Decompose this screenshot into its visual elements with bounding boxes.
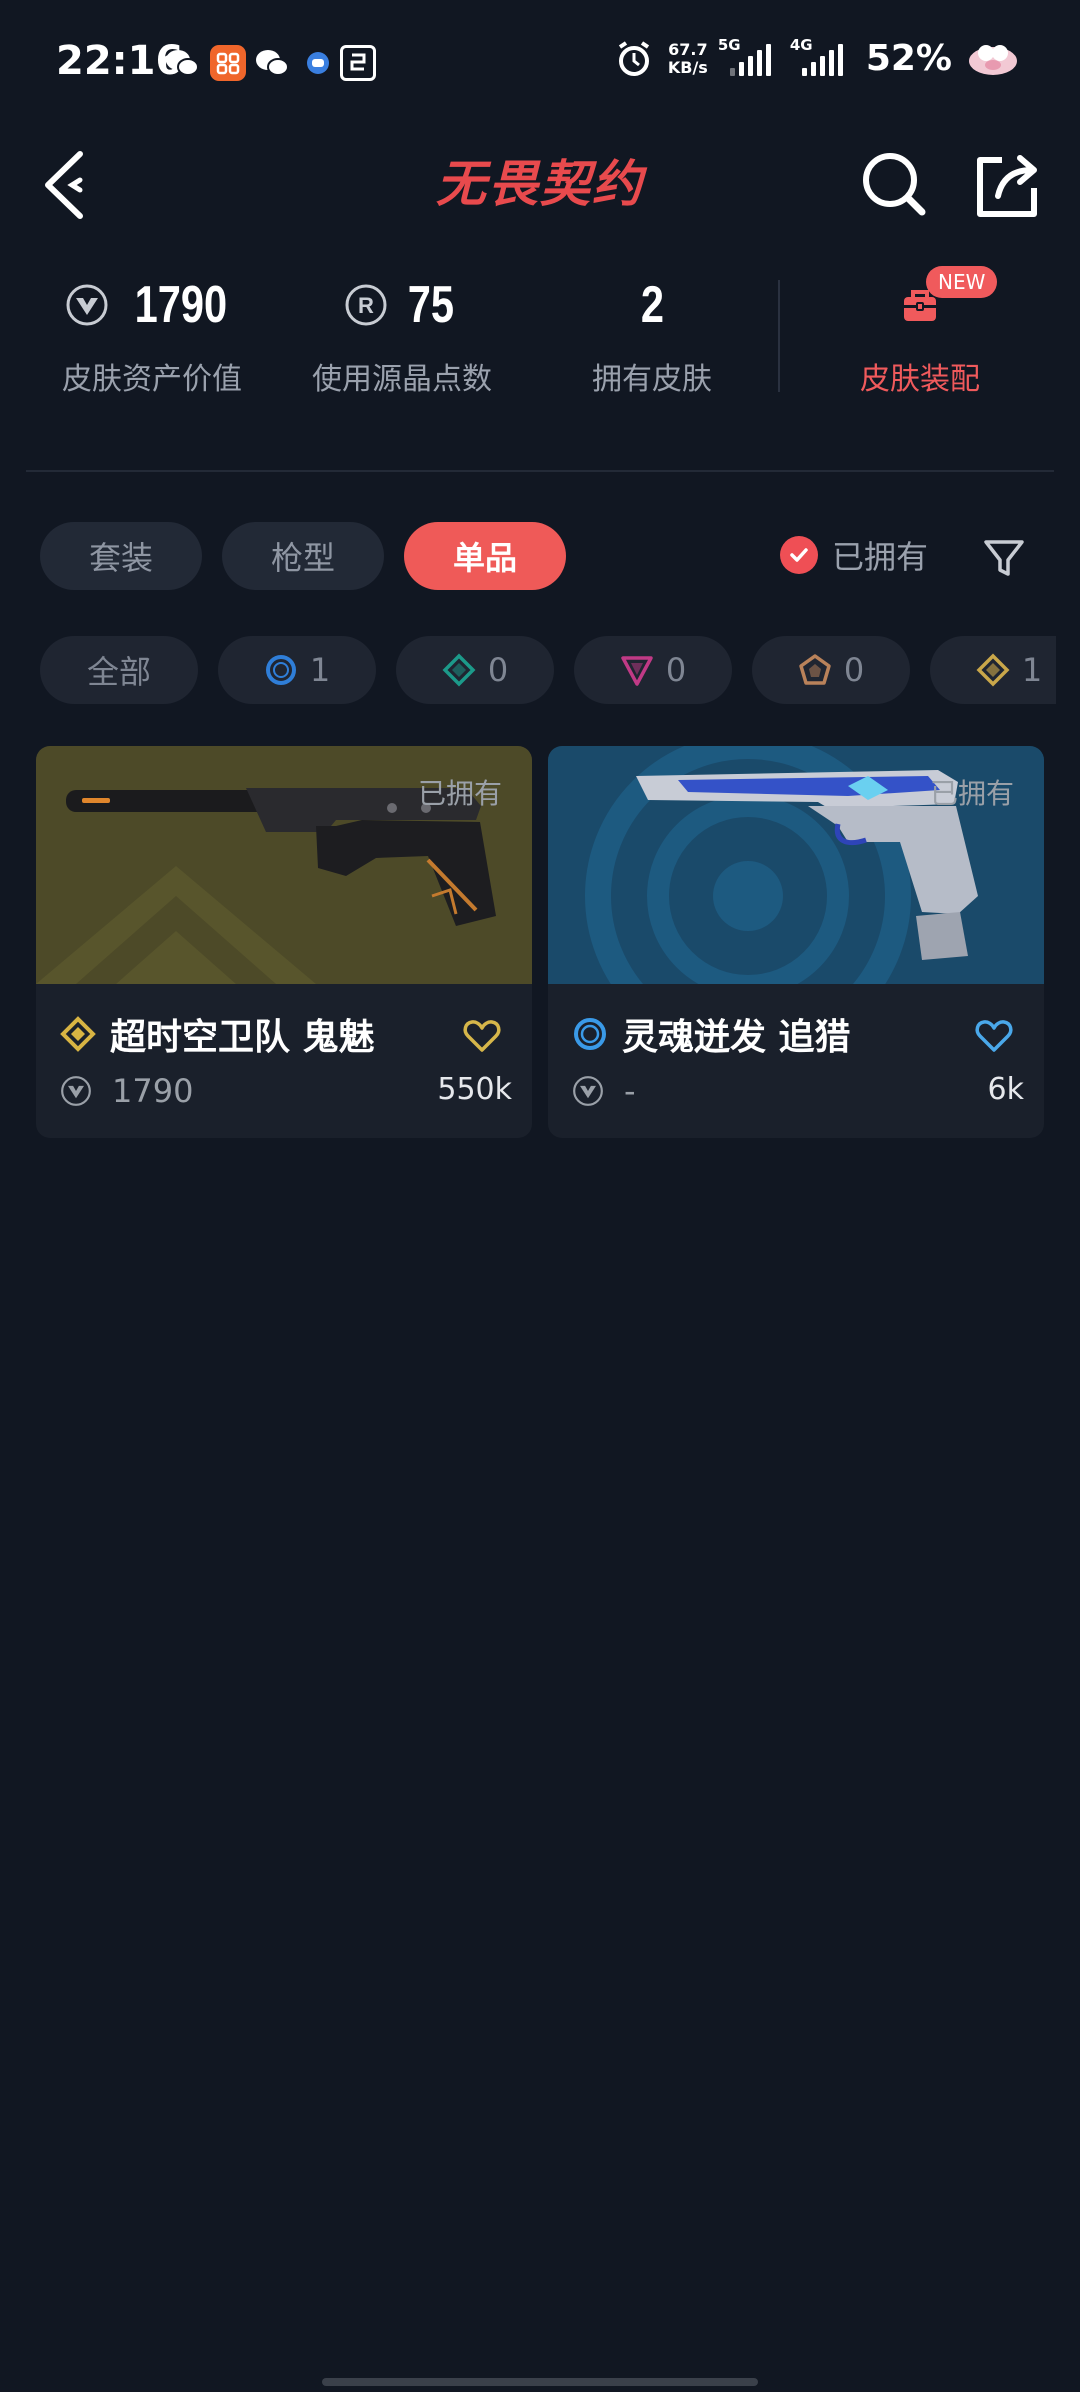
tier-chip-premium[interactable]: 0 [574,636,732,704]
note-icon [340,45,376,81]
asset-value: 1790 [134,276,228,334]
heart-icon [975,1020,1013,1052]
skin-price: 1790 [112,1072,194,1110]
skin-price: - [624,1072,636,1110]
share-button[interactable] [962,140,1052,230]
tier-chip-exclusive[interactable]: 0 [752,636,910,704]
wechat-icon [164,45,200,81]
valorant-points-icon [66,284,108,326]
wechat-icon [254,45,290,81]
asset-value-label: 皮肤资产价值 [62,362,242,397]
skin-card[interactable]: 已拥有 超时空卫队 鬼魅 1790 550k [36,746,532,1138]
tier-chip-count: 1 [309,651,331,689]
network-speed-value: 67.7 [668,39,708,59]
ultra-tier-diamond-icon [976,653,1010,687]
search-icon [863,153,926,216]
skin-name: 灵魂迸发 追猎 [622,1017,851,1058]
status-bar: 22:16 67.7 KB/s 5G 4G 52% [0,0,1080,130]
radianite-stat: R 75 使用源晶点数 [302,270,502,398]
favorite-button[interactable] [974,1016,1014,1056]
signal-type-label: 4G [789,35,813,54]
tier-chip-all[interactable]: 全部 [40,636,198,704]
like-count: 550k [437,1072,512,1107]
signal-4g-icon: 4G [790,36,852,76]
skin-card[interactable]: 已拥有 灵魂迸发 追猎 - 6k [548,746,1044,1138]
search-button[interactable] [848,140,938,230]
skin-equip-label: 皮肤装配 [860,362,980,397]
tab-bundles[interactable]: 套装 [40,522,202,590]
tier-filter-chips: 全部 1 0 0 0 1 [0,636,1056,706]
premium-tier-triangle-icon [621,656,653,686]
select-tier-circle-icon [574,1018,606,1050]
section-divider [26,470,1054,472]
valorant-points-icon [573,1076,603,1106]
owned-skins-stat: 2 拥有皮肤 [552,270,752,398]
tier-chip-ultra[interactable]: 1 [930,636,1056,704]
tier-chip-label: 全部 [86,653,151,691]
stats-divider [778,280,780,392]
ultra-tier-diamond-icon [60,1016,96,1052]
tier-chip-count: 1 [1021,651,1043,689]
signal-type-label: 5G [717,35,741,54]
owned-count-label: 拥有皮肤 [592,362,712,397]
stats-panel: 1790 皮肤资产价值 R 75 使用源晶点数 2 拥有皮肤 皮肤装配 NEW [0,240,1080,470]
category-tabs: 套装 枪型 单品 已拥有 [0,522,1080,592]
network-speed: 67.7 KB/s [667,39,708,77]
status-indicators: 67.7 KB/s 5G 4G 52% [614,36,1020,79]
radianite-label: 使用源晶点数 [312,362,492,397]
checkmark-icon [780,536,818,574]
owned-tag: 已拥有 [929,777,1014,810]
home-indicator[interactable] [322,2378,758,2386]
skin-title-row: 灵魂迸发 追猎 [572,1008,851,1060]
tier-chip-count: 0 [487,651,509,689]
tab-single-items[interactable]: 单品 [404,522,566,590]
exclusive-tier-pentagon-icon [799,654,831,685]
owned-filter-toggle[interactable]: 已拥有 [780,532,928,578]
select-tier-circle-icon [265,655,296,685]
skin-equip-button[interactable]: 皮肤装配 NEW [820,266,1020,398]
deluxe-tier-diamond-icon [442,653,476,687]
tier-chip-count: 0 [843,651,865,689]
bot-icon [300,45,336,81]
skin-title-row: 超时空卫队 鬼魅 [60,1008,375,1060]
tab-weapon-types[interactable]: 枪型 [222,522,384,590]
radianite-icon: R [345,284,387,326]
favorite-button[interactable] [462,1016,502,1056]
like-count: 6k [987,1072,1024,1107]
taobao-icon [210,45,246,81]
skin-price-row: 1790 [60,1072,193,1110]
network-speed-unit: KB/s [667,57,708,77]
signal-5g-icon: 5G [718,36,780,76]
nav-bar: 无畏契约 [0,130,1080,240]
tier-chip-select[interactable]: 1 [218,636,376,704]
skin-name: 超时空卫队 鬼魅 [110,1017,375,1058]
heart-icon [463,1020,501,1052]
share-icon [977,155,1037,217]
alarm-icon [618,40,649,76]
funnel-icon [984,540,1024,576]
new-badge: NEW [926,266,998,298]
battery-percent: 52% [865,38,952,79]
owned-tag: 已拥有 [417,777,502,810]
tier-chip-count: 0 [665,651,687,689]
filter-button[interactable] [974,528,1034,588]
owned-count: 2 [640,276,664,334]
radianite-points: 75 [407,276,455,334]
skin-price-row: - [572,1072,636,1110]
asset-value-stat: 1790 皮肤资产价值 [52,270,252,398]
tier-chip-deluxe[interactable]: 0 [396,636,554,704]
piggy-avatar-icon [969,44,1017,75]
owned-filter-label: 已拥有 [832,538,929,576]
svg-text:R: R [358,293,374,318]
valorant-points-icon [61,1076,91,1106]
